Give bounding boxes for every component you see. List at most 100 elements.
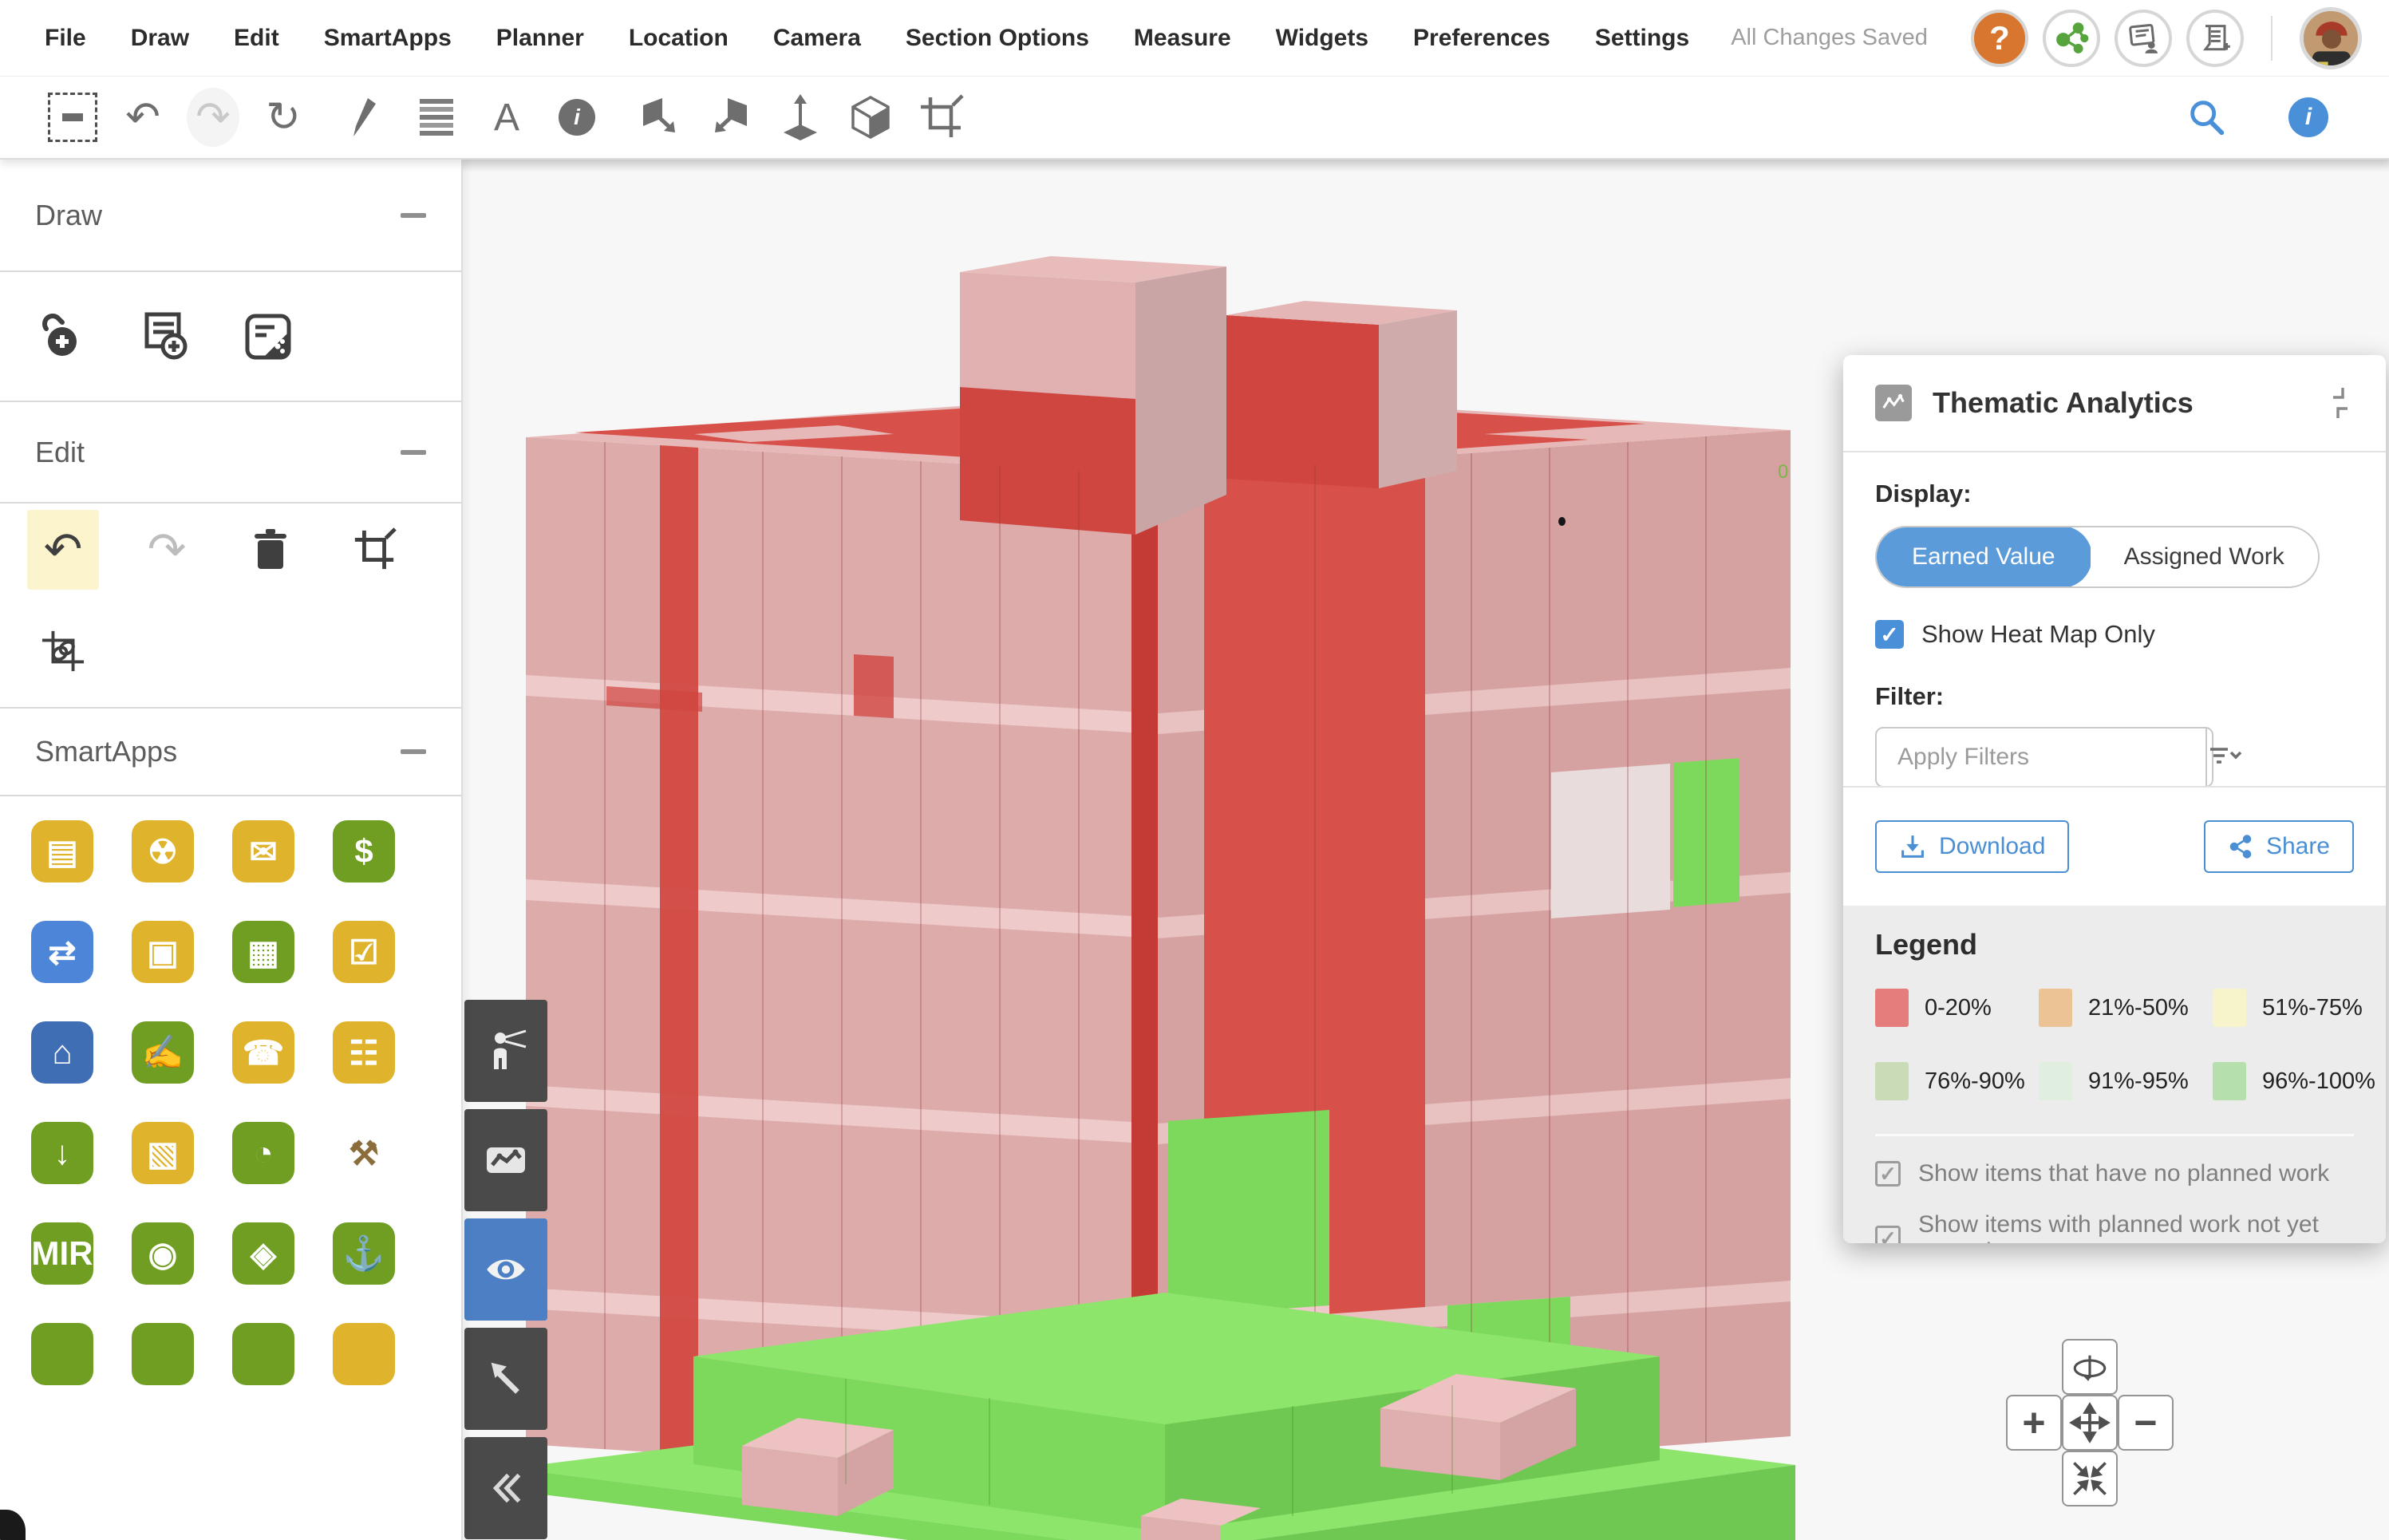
collapse-strip-button[interactable] [464,1437,547,1539]
edit-redo-tool[interactable]: ↷ [131,510,203,590]
adjust-elevation-tool[interactable] [774,91,827,144]
filter-input[interactable] [1877,729,2205,786]
visibility-button[interactable] [464,1218,547,1321]
menu-item[interactable]: Section Options [906,25,1089,52]
app-accident-report[interactable]: ▤ [31,820,93,883]
menu-item[interactable]: Planner [496,25,584,52]
collapse-minus-icon[interactable] [401,749,426,754]
orbit-icon [2070,1347,2110,1387]
app-message-approvals[interactable]: ✉ [232,820,294,883]
download-button[interactable]: Download [1875,820,2069,873]
push-plane-forward-tool[interactable] [634,91,686,144]
zoom-extents-button[interactable] [2062,1451,2118,1506]
canvas-toolbar: ↶ ↷ ↻ A i [0,77,2389,160]
view-cube-tool[interactable] [844,91,897,144]
edit-crop-tool[interactable] [338,510,410,590]
menu-item[interactable]: Draw [131,25,189,52]
menu-item[interactable]: Location [629,25,729,52]
app-field-tools[interactable]: ⚒ [333,1122,395,1184]
smartapps-section-header[interactable]: SmartApps [0,709,461,796]
smartapps-section-title: SmartApps [35,735,177,768]
menu-item[interactable]: Camera [773,25,861,52]
plane-arrow-right-icon [637,94,683,140]
undo-tool[interactable]: ↶ [116,91,169,144]
zoom-in-button[interactable]: + [2006,1395,2062,1451]
app-claims-payments[interactable]: $ [333,820,395,883]
heatmap-checkbox[interactable]: ✓ [1875,620,1904,649]
edit-undo-tool[interactable]: ↶ [27,510,99,590]
information-button[interactable]: i [2282,91,2335,144]
search-button[interactable] [2180,91,2233,144]
filter-dropdown-button[interactable] [2205,729,2242,786]
app-risk-analysis[interactable]: ☢ [132,820,194,883]
text-label-tool[interactable]: A [480,91,533,144]
legend-option-label: Show items that have no planned work [1918,1160,2329,1187]
app-logistics-shuffle[interactable]: ⇄ [31,921,93,983]
toggle-assigned-work[interactable]: Assigned Work [2091,527,2318,586]
menu-item[interactable]: SmartApps [324,25,452,52]
app-model-viewer[interactable]: ◈ [232,1222,294,1285]
orbit-button[interactable] [2062,1339,2118,1395]
share-model-button[interactable] [2043,10,2100,67]
info-icon: i [559,99,595,136]
app-site-monitoring[interactable]: ◉ [132,1222,194,1285]
help-button[interactable]: ? [1971,10,2028,67]
menu-item[interactable]: Measure [1134,25,1231,52]
legend-option-checkbox[interactable]: ✓ [1875,1161,1901,1187]
menu-item[interactable]: File [45,25,86,52]
object-info-tool[interactable]: i [551,91,603,144]
share-button[interactable]: Share [2204,820,2354,873]
menu-item[interactable]: Widgets [1276,25,1368,52]
select-arrow-button[interactable] [464,1328,547,1430]
crop-view-tool[interactable] [914,91,967,144]
add-markup-tool[interactable] [243,311,294,362]
app-app-partial-1[interactable] [31,1323,93,1385]
edit-delete-tool[interactable] [235,510,306,590]
draw-section-header[interactable]: Draw [0,160,461,272]
menu-item[interactable]: Settings [1595,25,1689,52]
cube-icon [847,94,894,140]
app-app-partial-2[interactable] [132,1323,194,1385]
app-crane-docs[interactable]: ⚓ [333,1222,395,1285]
collapse-minus-icon[interactable] [401,213,426,218]
edit-crop-link-tool[interactable] [27,610,99,690]
marquee-select-tool[interactable] [46,91,99,144]
add-notes-button[interactable] [2186,10,2244,67]
app-delivery-schedule[interactable]: ◔ [232,1122,294,1184]
thematic-view-button[interactable] [464,1109,547,1211]
menu-item[interactable]: Edit [234,25,279,52]
edit-section-header[interactable]: Edit [0,402,461,503]
section-stack-tool[interactable] [410,91,463,144]
app-building-estimator[interactable]: ⌂ [31,1021,93,1084]
first-person-view-button[interactable] [464,1000,547,1102]
menu-item[interactable]: Preferences [1413,25,1550,52]
add-link-tool[interactable] [35,311,86,362]
app-secure-documents[interactable]: ▧ [132,1122,194,1184]
app-front-desk[interactable]: ☷ [333,1021,395,1084]
app-inspection-checklist[interactable]: ✍ [132,1021,194,1084]
add-note-tool[interactable] [139,311,190,362]
app-mir-search[interactable]: MIR [31,1222,93,1285]
pan-button[interactable] [2062,1395,2118,1451]
feedback-button[interactable] [2115,10,2172,67]
app-material-unloading[interactable]: ↓ [31,1122,93,1184]
rotate-view-tool[interactable]: ↻ [257,91,310,144]
filter-icon [2207,741,2242,773]
app-app-partial-4[interactable] [333,1323,395,1385]
app-unpack-requests[interactable]: ▣ [132,921,194,983]
legend-option-checkbox[interactable]: ✓ [1875,1226,1901,1243]
zoom-out-button[interactable]: − [2118,1395,2174,1451]
app-call-requests[interactable]: ☎ [232,1021,294,1084]
user-avatar[interactable] [2300,7,2362,69]
toggle-earned-value[interactable]: Earned Value [1875,526,2092,588]
app-team-approvals[interactable]: ☑ [333,921,395,983]
draw-pin-tool[interactable] [340,91,393,144]
app-glyph: ⚒ [349,1134,379,1173]
app-app-partial-3[interactable] [232,1323,294,1385]
collapse-minus-icon[interactable] [401,450,426,455]
redo-tool[interactable]: ↷ [187,91,239,144]
push-plane-back-tool[interactable] [704,91,756,144]
dock-panel-icon[interactable] [2322,385,2359,421]
header-divider [2271,16,2273,61]
app-building-directory[interactable]: ▦ [232,921,294,983]
